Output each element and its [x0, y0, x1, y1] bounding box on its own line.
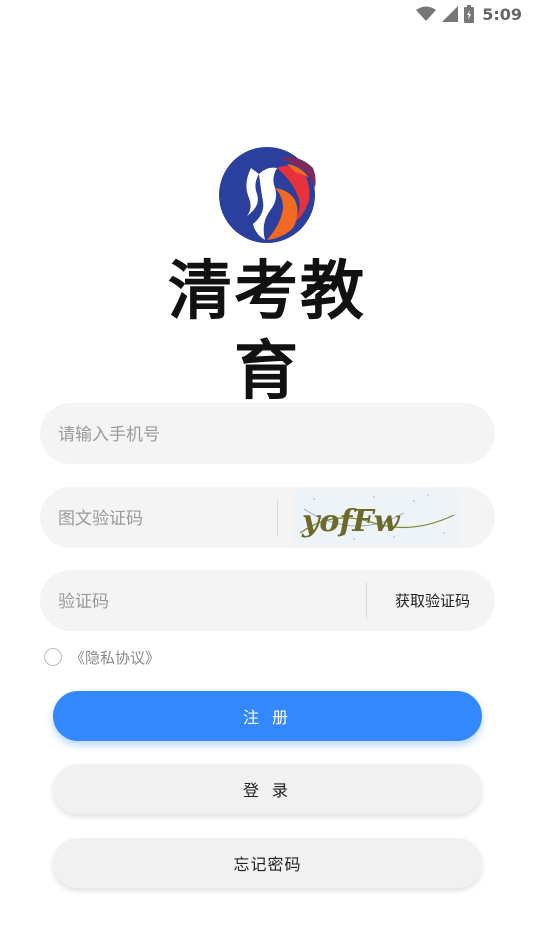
brand-logo-icon [217, 144, 319, 246]
privacy-checkbox[interactable] [44, 648, 62, 666]
privacy-row: 《隐私协议》 [44, 645, 160, 669]
battery-icon [464, 5, 475, 23]
field-divider [277, 499, 278, 536]
brand-name: 清考教育 [168, 255, 366, 409]
status-time: 5:09 [482, 4, 522, 24]
wifi-icon [416, 6, 437, 22]
sms-code-input[interactable] [56, 570, 360, 633]
captcha-input[interactable] [56, 487, 280, 550]
phone-input[interactable] [56, 403, 480, 466]
login-button[interactable]: 登 录 [53, 764, 482, 814]
phone-field [40, 403, 495, 466]
status-bar: 5:09 [0, 0, 534, 28]
captcha-field: yofFw [40, 487, 495, 550]
captcha-image[interactable]: yofFw [294, 489, 462, 546]
captcha-text: yofFw [301, 504, 401, 539]
privacy-agreement-link[interactable]: 《隐私协议》 [70, 647, 160, 668]
sms-code-field: 获取验证码 [40, 570, 495, 633]
register-button[interactable]: 注 册 [53, 691, 482, 741]
field-divider [366, 582, 367, 619]
forgot-password-button[interactable]: 忘记密码 [53, 838, 482, 888]
signal-icon [442, 6, 459, 22]
get-code-button[interactable]: 获取验证码 [370, 570, 495, 631]
